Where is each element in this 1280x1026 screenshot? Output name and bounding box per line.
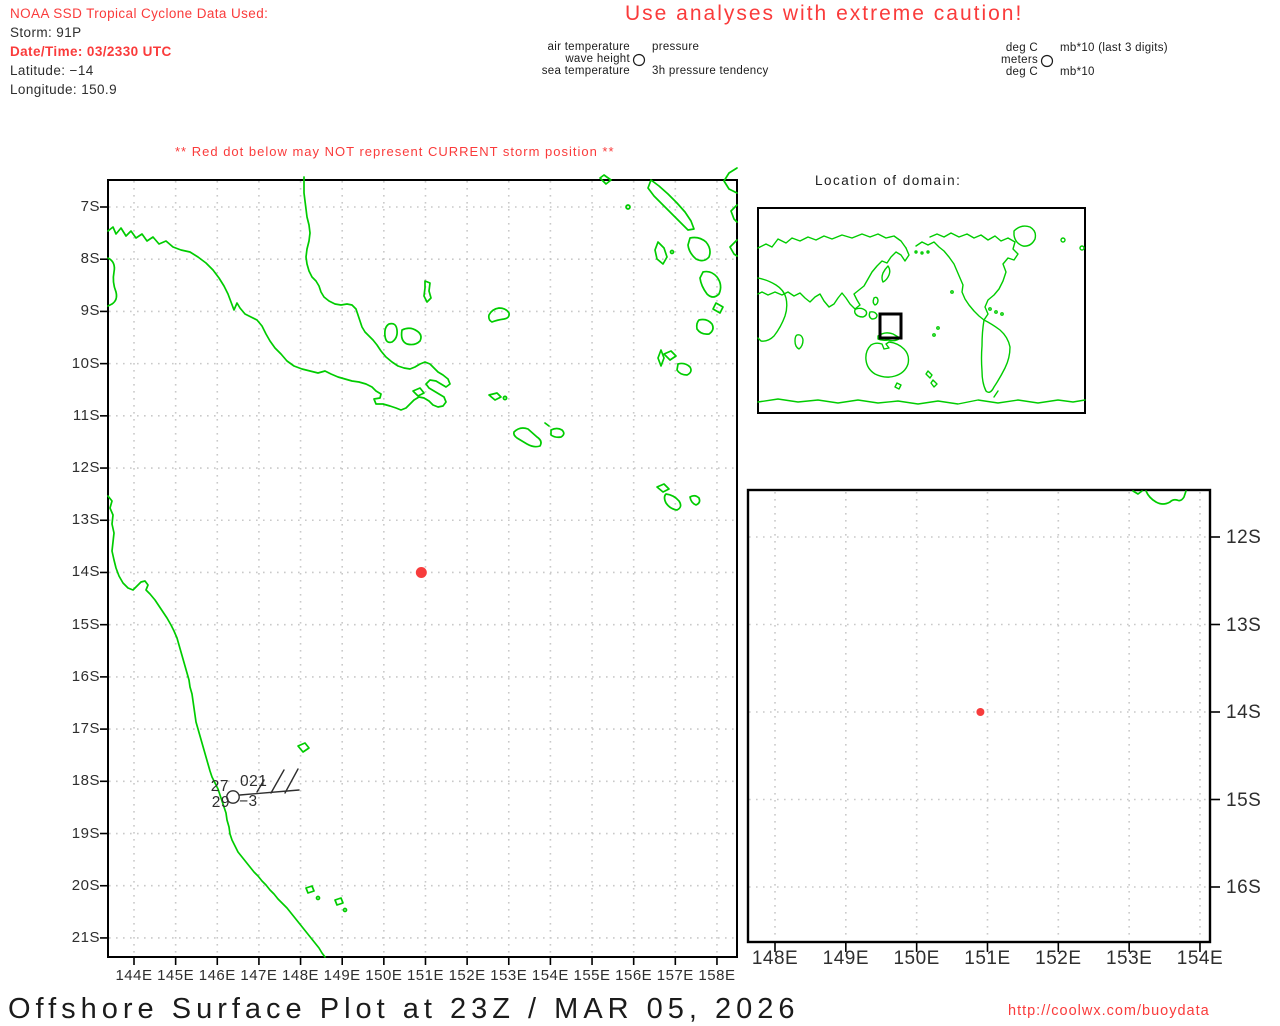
storm-dot-main [415,566,427,578]
station-legend-circle-icon [632,53,646,67]
storm-dot-detail [976,708,985,716]
world-inset-frame [757,207,1086,414]
wind-barb-full-1 [284,768,299,794]
domain-locator-square [878,312,903,340]
plot-canvas: 27 021 29 −3 [100,53,1220,965]
storm-position-dots [415,566,985,716]
station-pressure: 021 [240,773,267,790]
detail-map-coastlines [1132,490,1187,505]
station-sea-temp: 29 [212,794,230,811]
detail-map-gridlines [749,492,1220,952]
station-air-temp: 27 [211,778,229,795]
main-map-coastlines [107,167,738,958]
wind-barb-full-2 [270,769,285,794]
station-pressure-tendency: −3 [239,793,258,810]
units-legend-circle-icon [1040,54,1054,68]
world-inset-map [757,225,1086,405]
detail-map-frame [746,488,1212,944]
